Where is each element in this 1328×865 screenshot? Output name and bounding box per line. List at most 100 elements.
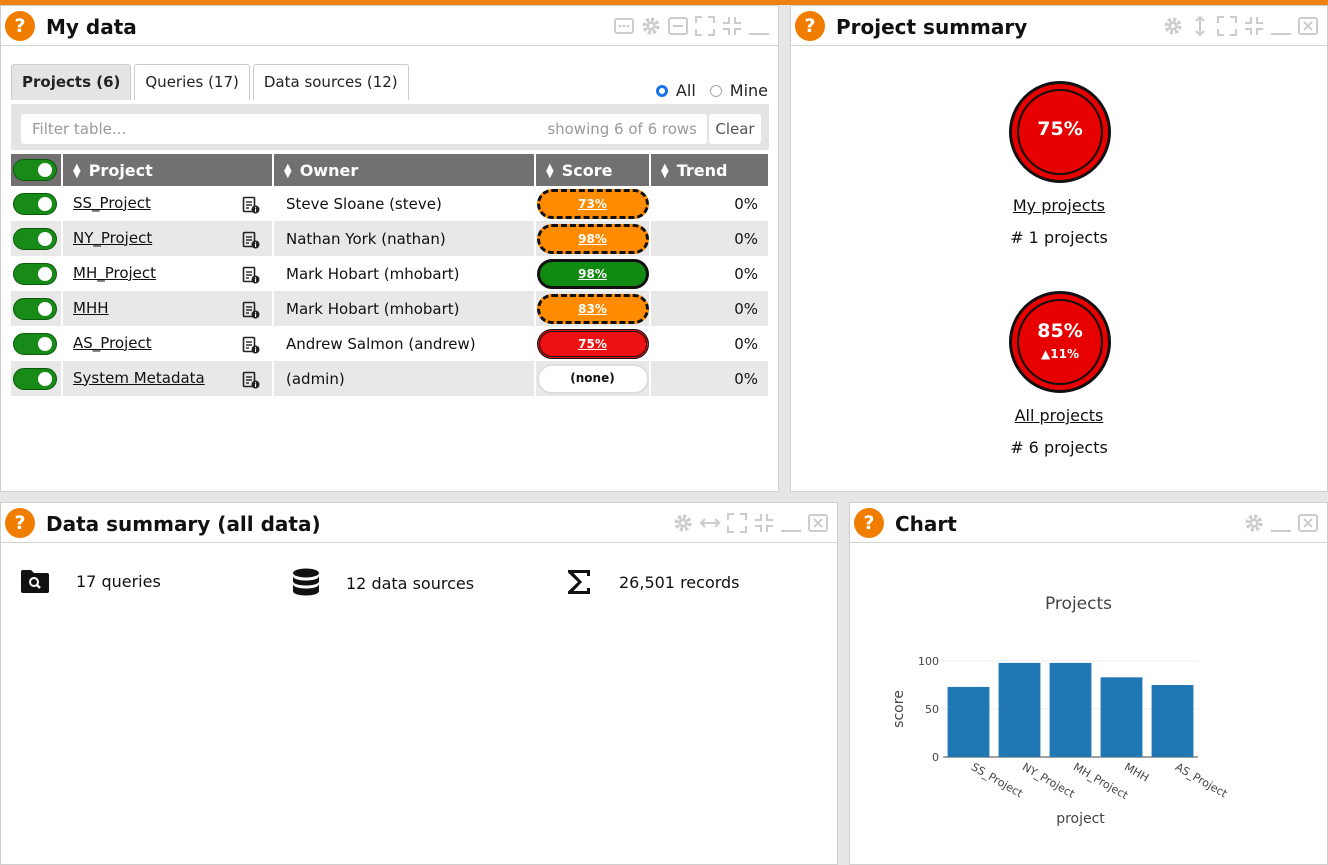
tab-queries[interactable]: Queries (17) — [134, 64, 250, 100]
table-row[interactable]: AS_Project i Andrew Salmon (andrew) 75% … — [11, 326, 770, 361]
minimize-icon[interactable] — [780, 512, 802, 534]
score-cell: (none) — [535, 361, 651, 396]
close-icon[interactable] — [1297, 15, 1319, 37]
table-header-row: ▲ ▼ Project ▲ ▼ Owner ▲ ▼ Score ▲ ▼ Trend — [11, 154, 770, 186]
help-icon[interactable]: ? — [795, 11, 825, 41]
close-icon[interactable] — [1297, 512, 1319, 534]
score-badge[interactable]: 98% — [536, 258, 649, 289]
gear-icon[interactable] — [1243, 512, 1265, 534]
radio-mine-label[interactable]: Mine — [730, 81, 768, 100]
radio-all-label[interactable]: All — [676, 81, 696, 100]
all-projects-link[interactable]: All projects — [959, 406, 1159, 425]
y-tick-label: 50 — [925, 703, 939, 716]
my-projects-gauge[interactable]: 75% — [1009, 81, 1111, 183]
header-label: Trend — [676, 160, 728, 180]
table-row[interactable]: MH_Project i Mark Hobart (mhobart) 98% 0… — [11, 256, 770, 291]
score-badge[interactable]: 83% — [536, 293, 649, 324]
document-info-icon[interactable]: i — [242, 301, 260, 319]
document-info-icon[interactable]: i — [242, 371, 260, 389]
score-badge[interactable]: 73% — [536, 188, 649, 219]
minimize-box-icon[interactable] — [667, 15, 689, 37]
resize-horizontal-icon[interactable] — [699, 512, 721, 534]
bar — [1100, 677, 1143, 757]
project-link[interactable]: SS_Project — [73, 194, 151, 212]
row-toggle[interactable] — [13, 297, 57, 320]
my-projects-link[interactable]: My projects — [959, 196, 1159, 215]
x-tick-label: MH_Project — [1071, 760, 1131, 802]
expand-icon[interactable] — [694, 15, 716, 37]
clear-button[interactable]: Clear — [709, 114, 761, 144]
gear-icon[interactable] — [1162, 15, 1184, 37]
header-label: Score — [561, 160, 613, 180]
y-tick-label: 0 — [932, 751, 939, 764]
resize-vertical-icon[interactable] — [1189, 15, 1211, 37]
compress-icon[interactable] — [721, 15, 743, 37]
select-all-toggle[interactable] — [13, 159, 57, 181]
document-info-icon[interactable]: i — [242, 266, 260, 284]
project-link[interactable]: System Metadata — [73, 369, 205, 387]
project-link[interactable]: MH_Project — [73, 264, 156, 282]
score-cell: 75% — [535, 326, 651, 361]
row-toggle[interactable] — [13, 192, 57, 215]
table-row[interactable]: System Metadata i (admin) (none) 0% — [11, 361, 770, 396]
x-tick-label: AS_Project — [1173, 760, 1230, 800]
x-tick-label: NY_Project — [1020, 760, 1077, 801]
tab-data-sources[interactable]: Data sources (12) — [252, 64, 409, 100]
minimize-icon[interactable] — [1270, 15, 1292, 37]
sources-count: 12 data sources — [346, 573, 475, 593]
help-icon[interactable]: ? — [5, 508, 35, 538]
y-tick-label: 100 — [918, 655, 939, 668]
panel-controls — [672, 512, 829, 534]
project-link[interactable]: AS_Project — [73, 334, 152, 352]
chart-header: ? Chart — [850, 503, 1327, 543]
row-toggle-cell — [11, 291, 63, 326]
x-tick-label: MHH — [1122, 760, 1151, 784]
score-cell: 98% — [535, 256, 651, 291]
minimize-icon[interactable] — [1270, 512, 1292, 534]
compress-icon[interactable] — [1243, 15, 1265, 37]
gear-icon[interactable] — [672, 512, 694, 534]
expand-icon[interactable] — [726, 512, 748, 534]
project-link[interactable]: MHH — [73, 299, 109, 317]
more-icon[interactable] — [613, 15, 635, 37]
trend-cell: 0% — [650, 361, 770, 396]
score-badge[interactable]: (none) — [536, 363, 649, 394]
all-projects-gauge[interactable]: 85% ▲11% — [1009, 291, 1111, 393]
row-toggle[interactable] — [13, 367, 57, 390]
project-cell: System Metadata i — [62, 361, 274, 396]
owner-cell: Andrew Salmon (andrew) — [273, 326, 536, 361]
project-link[interactable]: NY_Project — [73, 229, 152, 247]
table-row[interactable]: SS_Project i Steve Sloane (steve) 73% 0% — [11, 186, 770, 221]
tab-projects[interactable]: Projects (6) — [11, 64, 132, 100]
column-header-trend[interactable]: ▲ ▼ Trend — [650, 154, 770, 186]
score-badge[interactable]: 98% — [536, 223, 649, 254]
column-header-owner[interactable]: ▲ ▼ Owner — [273, 154, 536, 186]
database-icon — [293, 568, 319, 596]
row-toggle[interactable] — [13, 227, 57, 250]
svg-text:i: i — [254, 242, 256, 249]
table-row[interactable]: MHH i Mark Hobart (mhobart) 83% 0% — [11, 291, 770, 326]
document-info-icon[interactable]: i — [242, 196, 260, 214]
score-badge[interactable]: 75% — [536, 328, 649, 359]
document-info-icon[interactable]: i — [242, 336, 260, 354]
help-icon[interactable]: ? — [854, 508, 884, 538]
radio-mine[interactable] — [709, 84, 722, 97]
header-label: Owner — [299, 160, 359, 180]
owner-cell: Nathan York (nathan) — [273, 221, 536, 256]
row-toggle[interactable] — [13, 332, 57, 355]
expand-icon[interactable] — [1216, 15, 1238, 37]
filter-input[interactable]: Filter table... showing 6 of 6 rows — [21, 114, 707, 144]
compress-icon[interactable] — [753, 512, 775, 534]
table-row[interactable]: NY_Project i Nathan York (nathan) 98% 0% — [11, 221, 770, 256]
close-icon[interactable] — [807, 512, 829, 534]
projects-table: ▲ ▼ Project ▲ ▼ Owner ▲ ▼ Score ▲ ▼ Trend SS_Pro… — [11, 154, 770, 396]
minimize-icon[interactable] — [748, 15, 770, 37]
help-icon[interactable]: ? — [5, 11, 35, 41]
row-toggle[interactable] — [13, 262, 57, 285]
gear-icon[interactable] — [640, 15, 662, 37]
bar — [947, 686, 990, 757]
column-header-project[interactable]: ▲ ▼ Project — [62, 154, 274, 186]
radio-all[interactable] — [655, 84, 668, 97]
document-info-icon[interactable]: i — [242, 231, 260, 249]
column-header-score[interactable]: ▲ ▼ Score — [535, 154, 651, 186]
